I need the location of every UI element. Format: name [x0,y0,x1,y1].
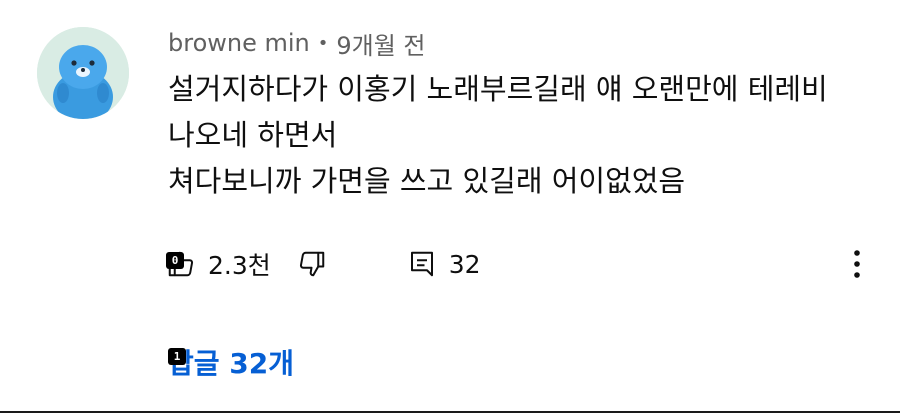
comment-line: 쳐다보니까 가면을 쓰고 있길래 어이없었음 [168,164,686,198]
comment-meta: browne min • 9개월 전 [168,26,426,61]
comment-icon [403,245,441,283]
dislike-button[interactable] [293,245,331,283]
more-vertical-icon [854,250,860,278]
view-replies-link[interactable]: 답글 32개 [168,340,294,384]
reply-button[interactable]: 32 [403,245,481,283]
element-marker-0: 0 [166,252,184,269]
element-marker-1: 1 [168,348,186,365]
author-name[interactable]: browne min [168,29,310,57]
blue-seal-avatar-icon [37,27,129,119]
more-options-button[interactable] [840,244,874,284]
comment-line: 설거지하다가 이홍기 노래부르길래 얘 오랜만에 테레비 [168,72,828,106]
reply-count: 32 [448,249,481,279]
like-count: 2.3천 [208,251,271,280]
author-avatar[interactable] [37,27,129,119]
thumb-down-icon [293,245,331,283]
comment-line: 나오네 하면서 [168,118,338,152]
meta-separator: • [317,32,329,54]
comment-actions: 2.3천 32 [162,242,481,286]
comment-time[interactable]: 9개월 전 [336,26,425,61]
bottom-divider [0,411,900,413]
comment-text: 설거지하다가 이홍기 노래부르길래 얘 오랜만에 테레비 나오네 하면서 쳐다보… [168,66,868,204]
